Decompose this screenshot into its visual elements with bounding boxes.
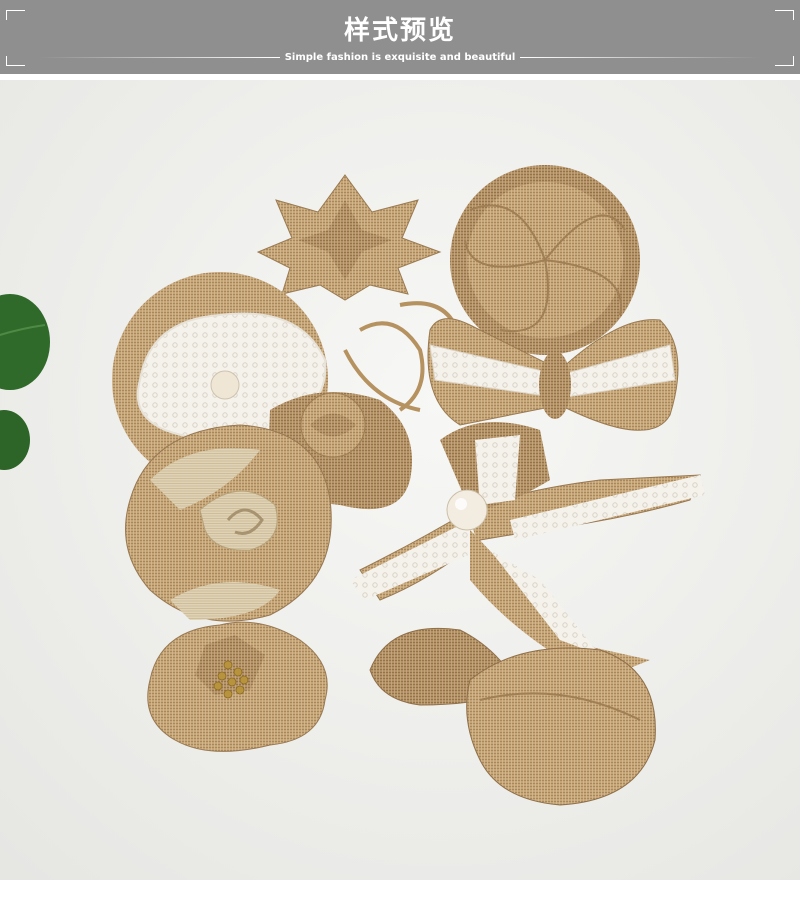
- pearl-icon: [210, 370, 240, 400]
- header-banner: 样式预览 Simple fashion is exquisite and bea…: [0, 0, 800, 74]
- header-subtitle: Simple fashion is exquisite and beautifu…: [284, 52, 516, 63]
- pearl-icon: [446, 489, 488, 531]
- burlap-fringe-flower: [450, 165, 640, 355]
- burlap-stamen-flower: [147, 621, 328, 752]
- header-title: 样式预览: [343, 16, 456, 46]
- product-photo: [0, 80, 800, 880]
